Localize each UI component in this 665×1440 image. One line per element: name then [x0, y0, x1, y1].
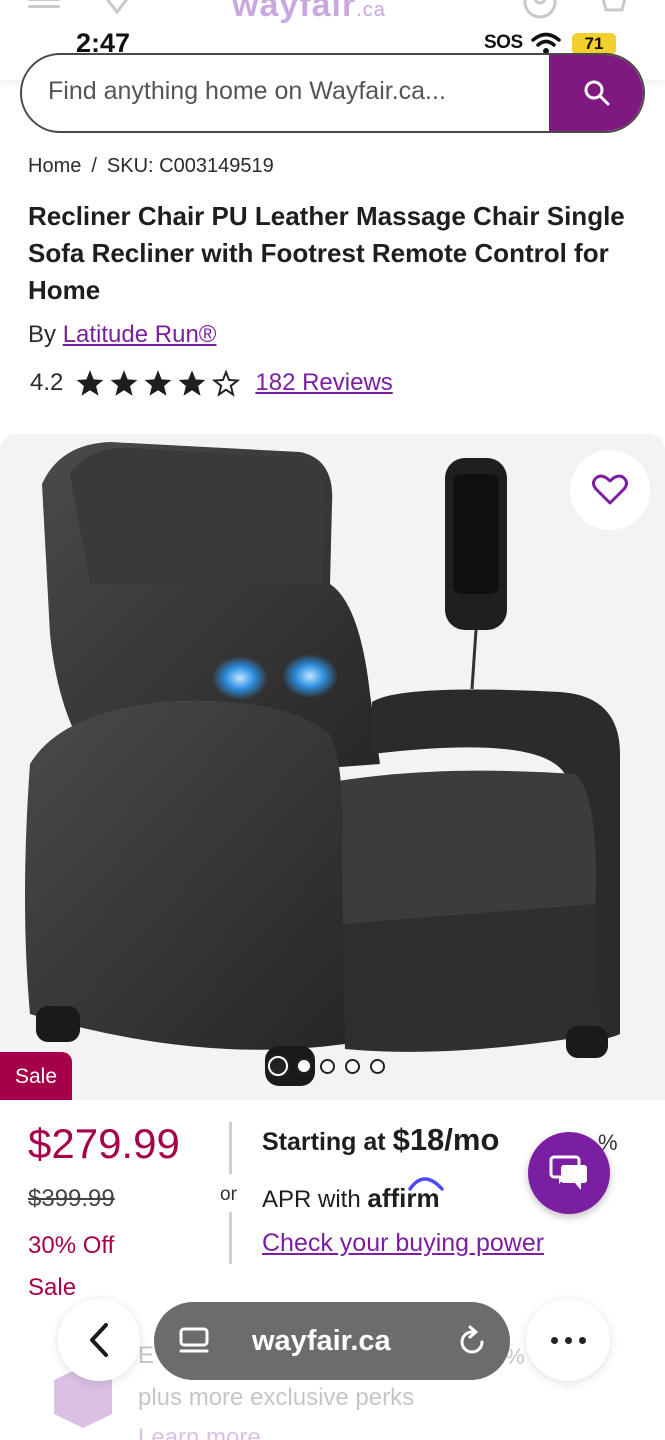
- star-outline-icon: [212, 369, 241, 397]
- chevron-left-icon: [90, 1323, 108, 1357]
- wayfair-logo[interactable]: wayfair.ca: [232, 0, 386, 25]
- or-text: or: [220, 1184, 237, 1205]
- browser-back-button[interactable]: [58, 1299, 140, 1381]
- affirm-arc-icon: [407, 1177, 444, 1191]
- gallery-dot[interactable]: [345, 1058, 360, 1074]
- star-filled-icon: [110, 370, 138, 396]
- price-divider-top: [229, 1122, 232, 1174]
- reviews-link[interactable]: 182 Reviews: [255, 369, 392, 397]
- chat-button[interactable]: [528, 1132, 610, 1214]
- star-filled-icon: [76, 370, 104, 396]
- price-divider-bottom: [229, 1212, 232, 1264]
- chat-icon: [549, 1155, 587, 1190]
- promo-text-2: plus more exclusive perks: [138, 1384, 415, 1411]
- browser-more-button[interactable]: [526, 1299, 610, 1381]
- sale-label: Sale: [28, 1274, 77, 1301]
- star-filled-icon: [178, 370, 206, 396]
- product-image-gallery[interactable]: [0, 434, 665, 1100]
- more-dot: [578, 1336, 586, 1344]
- cart-icon[interactable]: [594, 0, 628, 25]
- more-dot: [550, 1336, 558, 1344]
- original-price: $399.99: [28, 1185, 115, 1212]
- more-dot: [564, 1336, 572, 1344]
- gallery-dot[interactable]: [298, 1060, 310, 1072]
- apr-prefix: APR with: [262, 1186, 361, 1213]
- brand-link[interactable]: Latitude Run®: [63, 321, 217, 348]
- brand-prefix: By: [28, 321, 57, 348]
- current-price: $279.99: [28, 1120, 180, 1167]
- favorite-button[interactable]: [570, 450, 650, 530]
- check-buying-power-link[interactable]: Check your buying power: [262, 1229, 544, 1258]
- browser-url: wayfair.ca: [252, 1324, 391, 1357]
- recliner-chair-image: [25, 442, 620, 1086]
- search-input[interactable]: [48, 77, 548, 106]
- search-bar: [20, 53, 645, 133]
- breadcrumb-home[interactable]: Home: [28, 155, 81, 177]
- reload-icon[interactable]: [456, 1324, 488, 1358]
- breadcrumb-sku: SKU: C003149519: [106, 155, 274, 177]
- idea-icon[interactable]: [100, 0, 134, 21]
- star-filled-icon: [144, 370, 172, 396]
- financing-offer: Starting at $18/mo: [262, 1122, 499, 1158]
- gallery-dot[interactable]: [370, 1058, 385, 1074]
- gallery-dot[interactable]: [320, 1058, 335, 1074]
- page-menu-icon: [179, 1327, 209, 1353]
- monthly-amount: $18/mo: [392, 1122, 500, 1157]
- search-icon: [584, 80, 610, 106]
- rating-value: 4.2: [30, 369, 64, 396]
- rating-row: 4.2 182 Reviews: [30, 369, 393, 397]
- discount-label: 30% Off: [28, 1232, 115, 1259]
- affirm-logo: affirm: [367, 1177, 444, 1213]
- battery-indicator: 71: [572, 33, 616, 55]
- star-rating: [75, 369, 241, 397]
- product-title: Recliner Chair PU Leather Massage Chair …: [28, 201, 625, 305]
- sale-tag: Sale: [0, 1052, 72, 1100]
- starting-at-label: Starting at: [262, 1128, 386, 1156]
- promo-text-1: E: [138, 1342, 155, 1369]
- gallery-pagination: [268, 1056, 385, 1076]
- menu-icon[interactable]: [28, 0, 60, 14]
- browser-address-bar[interactable]: wayfair.ca: [154, 1302, 510, 1380]
- search-button[interactable]: [549, 55, 643, 131]
- status-sos: SOS: [484, 32, 523, 53]
- promo-learn-more[interactable]: Learn more: [138, 1424, 261, 1440]
- brand-line: By Latitude Run®: [28, 321, 216, 349]
- gallery-dot[interactable]: [268, 1056, 288, 1076]
- breadcrumb-separator: /: [91, 155, 97, 177]
- breadcrumb: Home / SKU: C003149519: [28, 155, 274, 178]
- account-icon[interactable]: [522, 0, 558, 25]
- heart-icon: [592, 474, 628, 505]
- apr-line: APR with affirm: [262, 1177, 444, 1214]
